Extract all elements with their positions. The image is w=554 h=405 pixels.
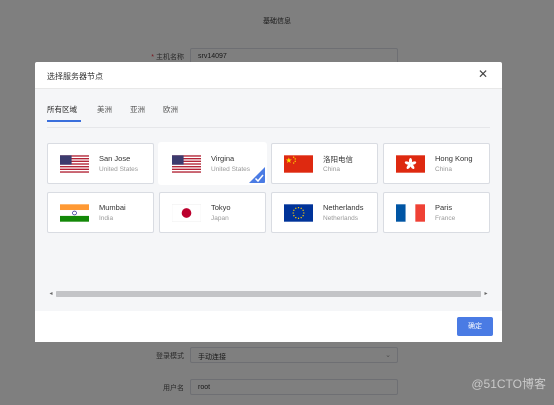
horizontal-scrollbar[interactable]: ◂ ▸ <box>47 290 490 298</box>
node-card-mumbai[interactable]: Mumbai India <box>47 192 154 233</box>
node-country: United States <box>99 166 139 173</box>
node-card-luoyang[interactable]: 洛阳电信 China <box>271 143 378 184</box>
node-city: 洛阳电信 <box>323 155 353 164</box>
node-city: Mumbai <box>99 203 126 212</box>
node-card-san-jose[interactable]: San Jose United States <box>47 143 154 184</box>
india-flag-icon <box>60 204 89 222</box>
close-icon[interactable]: ✕ <box>476 67 490 81</box>
node-country: China <box>435 166 452 173</box>
tab-americas[interactable]: 美洲 <box>97 104 112 115</box>
node-country: United States <box>211 166 251 173</box>
scroll-right-icon[interactable]: ▸ <box>482 290 490 298</box>
active-tab-indicator <box>47 120 81 122</box>
node-country: Netherlands <box>323 215 359 222</box>
dialog-header: 选择服务器节点 ✕ <box>35 62 502 89</box>
japan-flag-icon <box>172 204 201 222</box>
scroll-left-icon[interactable]: ◂ <box>47 290 55 298</box>
tabs-divider <box>47 127 490 128</box>
node-country: China <box>323 166 340 173</box>
checkmark-icon <box>249 167 265 183</box>
server-node-dialog: 选择服务器节点 ✕ 所有区域 美洲 亚洲 欧洲 San Jose United … <box>35 62 502 342</box>
confirm-button[interactable]: 确定 <box>457 317 493 336</box>
node-card-paris[interactable]: Paris France <box>383 192 490 233</box>
node-card-tokyo[interactable]: Tokyo Japan <box>159 192 266 233</box>
node-country: Japan <box>211 215 229 222</box>
node-country: France <box>435 215 456 222</box>
node-card-netherlands[interactable]: Netherlands Netherlands <box>271 192 378 233</box>
node-city: Paris <box>435 203 453 212</box>
tab-all-regions[interactable]: 所有区域 <box>47 104 77 115</box>
node-city: Tokyo <box>211 203 231 212</box>
dialog-footer: 确定 <box>35 311 502 342</box>
eu-flag-icon <box>284 204 313 222</box>
hong-kong-flag-icon <box>396 155 425 173</box>
node-card-hong-kong[interactable]: Hong Kong China <box>383 143 490 184</box>
china-flag-icon <box>284 155 313 173</box>
us-flag-icon <box>60 155 89 173</box>
dialog-body: 所有区域 美洲 亚洲 欧洲 San Jose United States Vir… <box>35 89 502 311</box>
dialog-title: 选择服务器节点 <box>47 72 103 81</box>
node-city: Hong Kong <box>435 154 473 163</box>
node-country: India <box>99 215 114 222</box>
scrollbar-thumb[interactable] <box>56 291 481 297</box>
watermark: @51CTO博客 <box>471 377 546 391</box>
node-card-virgina[interactable]: Virgina United States <box>159 143 266 184</box>
node-city: Virgina <box>211 154 235 163</box>
france-flag-icon <box>396 204 425 222</box>
us-flag-icon <box>172 155 201 173</box>
node-city: Netherlands <box>323 203 364 212</box>
tab-europe[interactable]: 欧洲 <box>163 104 178 115</box>
tab-asia[interactable]: 亚洲 <box>130 104 145 115</box>
node-city: San Jose <box>99 154 131 163</box>
